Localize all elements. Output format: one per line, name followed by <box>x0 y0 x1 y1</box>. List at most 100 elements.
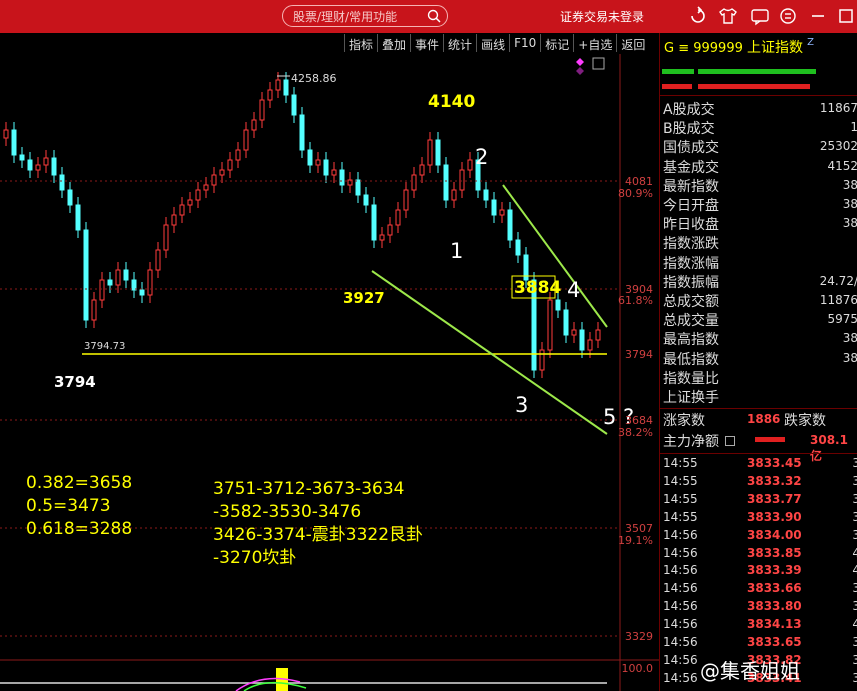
candle-body <box>51 157 57 176</box>
axis-3684-pct: 38.2% <box>618 426 653 439</box>
target-line-1: 3751-3712-3673-3634 <box>213 479 404 499</box>
candle-body <box>339 169 345 186</box>
wave-3927-label: 3927 <box>343 289 385 307</box>
shirt-icon[interactable] <box>718 6 738 26</box>
candle-body <box>59 174 65 191</box>
kline-chart[interactable]: 4258.86 3794.73 4140 3927 3794 3884 1 2 … <box>0 54 659 691</box>
toolbar-draw[interactable]: 画线 <box>476 34 509 52</box>
tick-volume: 4 <box>852 563 857 578</box>
candle-body <box>483 189 489 201</box>
tick-time: 14:56 <box>663 545 698 560</box>
candle-body <box>235 149 241 161</box>
wave-3884-label: 3884 <box>514 278 561 298</box>
refresh-icon[interactable] <box>688 6 708 26</box>
candle-body <box>179 204 185 216</box>
quote-row: A股成交 11867 <box>663 99 857 118</box>
candle-body <box>555 299 561 311</box>
candle-body <box>67 189 73 206</box>
candle-body <box>435 139 441 166</box>
candle-body <box>251 119 257 131</box>
quote-row: 最高指数 38 <box>663 329 857 348</box>
wave-3-label: 3 <box>515 393 528 417</box>
toolbar-overlay[interactable]: 叠加 <box>377 34 410 52</box>
quote-panel: G ≡ 999999 上证指数 Z A股成交 11867 B股成交 1 国债成交 2530… <box>659 33 857 691</box>
candle-body <box>587 339 593 351</box>
candle-body <box>219 169 225 176</box>
quote-row-value: 38 <box>842 177 857 192</box>
quote-row-value: 38 <box>842 197 857 211</box>
quote-row: 指数涨幅 <box>663 253 857 272</box>
rise-label: 涨家数 <box>663 413 705 429</box>
candle-body <box>155 249 161 271</box>
tick-price: 3834.00 <box>747 527 802 542</box>
tick-row: 14:56 3833.66 3 <box>663 581 857 599</box>
tick-price: 3833.39 <box>747 563 802 578</box>
message-icon[interactable] <box>750 6 770 26</box>
tick-volume: 3 <box>852 509 857 524</box>
tick-volume: 3 <box>852 670 857 685</box>
toolbar-f10[interactable]: F10 <box>509 34 540 52</box>
toolbar-stats[interactable]: 统计 <box>443 34 476 52</box>
candle-body <box>427 139 433 166</box>
tick-row: 14:56 3833.65 3 <box>663 635 857 653</box>
quote-row-label: 最高指数 <box>663 332 719 349</box>
tick-row: 14:56 3833.85 4 <box>663 546 857 564</box>
quote-row-label: 昨日收盘 <box>663 217 719 234</box>
quote-row-label: B股成交 <box>663 121 715 138</box>
candle-body <box>443 164 449 201</box>
candle-body <box>83 229 89 321</box>
tick-row: 14:55 3833.90 3 <box>663 510 857 528</box>
quote-row-value: 5975 <box>827 312 857 327</box>
watermark: @集香姐姐 <box>700 659 800 683</box>
candle-body <box>299 114 305 151</box>
toolbar-indicator[interactable]: 指标 <box>344 34 377 52</box>
tick-volume: 3 <box>852 491 857 506</box>
wave-4-label: 4 <box>567 278 580 302</box>
chart-toolbar: 指标 叠加 事件 统计 画线 F10 标记 +自选 返回 <box>344 34 649 54</box>
tick-price: 3833.85 <box>747 545 802 560</box>
tick-time: 14:56 <box>663 652 698 667</box>
tick-row: 14:55 3833.77 3 <box>663 492 857 510</box>
quote-row-label: 指数量比 <box>663 370 719 387</box>
tick-row: 14:55 3833.45 3 <box>663 456 857 474</box>
tick-time: 14:56 <box>663 581 698 596</box>
tick-time: 14:55 <box>663 473 698 488</box>
wave-4140-label: 4140 <box>428 92 475 112</box>
quote-row: 指数涨跌 <box>663 233 857 252</box>
toolbar-events[interactable]: 事件 <box>410 34 443 52</box>
candle-body <box>75 204 81 231</box>
tick-row: 14:56 3834.13 4 <box>663 617 857 635</box>
tick-row: 14:56 3833.39 4 <box>663 563 857 581</box>
search-input[interactable]: 股票/理财/常用功能 <box>282 5 448 27</box>
candle-body <box>395 209 401 226</box>
login-status[interactable]: 证券交易未登录 <box>560 8 644 25</box>
candle-body <box>563 309 569 336</box>
list-icon[interactable] <box>725 436 736 446</box>
tick-price: 3833.32 <box>747 473 802 488</box>
minimize-icon[interactable] <box>808 6 828 26</box>
maximize-icon[interactable] <box>836 6 856 26</box>
quote-row: 今日开盘 38 <box>663 195 857 214</box>
quote-row-label: 今日开盘 <box>663 198 719 214</box>
candle-body <box>163 224 169 251</box>
menu-icon[interactable] <box>778 6 798 26</box>
tick-price: 3833.65 <box>747 635 802 649</box>
search-icon[interactable] <box>427 9 441 23</box>
tick-price: 3833.66 <box>747 581 802 596</box>
toolbar-mark[interactable]: 标记 <box>540 34 573 52</box>
rise-fall-row: 涨家数 1886 跌家数 <box>663 410 857 430</box>
quote-row: 总成交额 11876 <box>663 291 857 310</box>
candle-body <box>195 189 201 201</box>
candle-body <box>283 79 289 96</box>
toolbar-add-watchlist[interactable]: +自选 <box>573 34 616 52</box>
candlesticks <box>3 72 601 378</box>
candle-body <box>91 299 97 321</box>
toolbar-back[interactable]: 返回 <box>616 34 649 52</box>
quote-row-label: 总成交量 <box>663 313 719 330</box>
candle-body <box>123 269 129 281</box>
candle-body <box>203 184 209 191</box>
quote-row-value: 24.72/ <box>819 273 857 288</box>
quote-row-value: 11867 <box>819 101 857 115</box>
settings-icon[interactable] <box>592 57 605 70</box>
fib-0382: 0.382=3658 <box>26 473 132 493</box>
